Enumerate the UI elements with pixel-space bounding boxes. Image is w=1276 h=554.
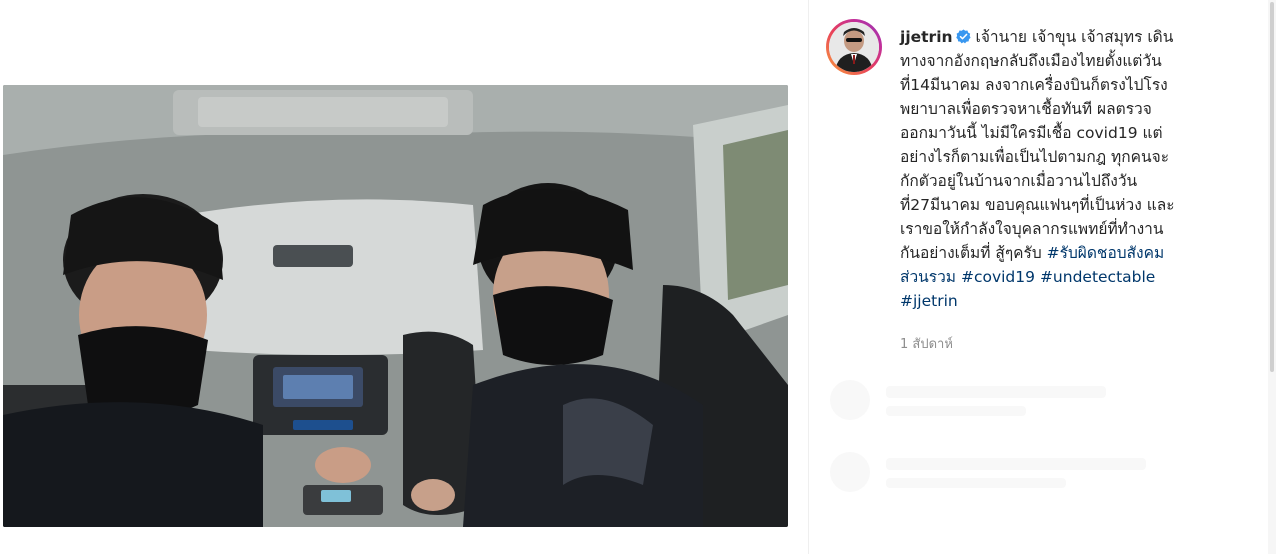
caption-line-6: อย่างไรก็ตามเพื่อเป็นไปตามกฎ ทุกคนจะ — [900, 148, 1170, 166]
post-caption: jjetrin เจ้านาย เจ้าขุน เจ้าสมุทร เดิน ทา… — [900, 25, 1230, 313]
hashtag-link-4[interactable]: #jjetrin — [900, 292, 958, 310]
caption-line-2: ทางจากอังกฤษกลับถึงเมืองไทยตั้งแต่วัน — [900, 52, 1162, 70]
post-video[interactable] — [3, 85, 788, 527]
faded-comments-area — [826, 372, 1266, 552]
instagram-post-view: jjetrin เจ้านาย เจ้าขุน เจ้าสมุทร เดิน ทา… — [0, 0, 1276, 554]
story-ring[interactable] — [826, 19, 882, 75]
caption-line-4: พยาบาลเพื่อตรวจหาเชื้อทันที ผลตรวจ — [900, 100, 1152, 118]
caption-line-5: ออกมาวันนี้ ไม่มีใครมีเชื้อ covid19 แต่ — [900, 124, 1163, 142]
hashtag-link-1[interactable]: #รับผิดชอบสังคม — [1047, 244, 1165, 262]
caption-text-10: กันอย่างเต็มที่ สู้ๆครับ — [900, 244, 1042, 262]
hashtag-link-3[interactable]: #undetectable — [1040, 268, 1155, 286]
post-timestamp[interactable]: 1 สัปดาห์ — [900, 333, 953, 354]
scrollbar-thumb[interactable] — [1270, 2, 1274, 372]
avatar[interactable] — [829, 22, 879, 72]
caption-line-3: ที่14มีนาคม ลงจากเครื่องบินก็ตรงไปโรง — [900, 76, 1168, 94]
verified-badge-icon — [955, 29, 971, 44]
media-pane — [0, 0, 808, 554]
hashtag-link-1-cont[interactable]: ส่วนรวม — [900, 268, 956, 286]
hashtag-link-2[interactable]: #covid19 — [961, 268, 1035, 286]
caption-line-12: #jjetrin — [900, 289, 1230, 313]
username-link[interactable]: jjetrin — [900, 28, 953, 46]
caption-line-11: ส่วนรวม #covid19 #undetectable — [900, 265, 1230, 289]
video-frame-illustration — [3, 85, 788, 527]
caption-line-8: ที่27มีนาคม ขอบคุณแฟนๆที่เป็นห่วง และ — [900, 196, 1175, 214]
caption-line-9: เราขอให้กำลังใจบุคลากรแพทย์ที่ทำงาน — [900, 220, 1164, 238]
avatar-image — [829, 22, 879, 72]
comments-scrollbar[interactable] — [1268, 0, 1276, 554]
caption-line-7: กักตัวอยู่ในบ้านจากเมื่อวานไปถึงวัน — [900, 172, 1138, 190]
post-sidebar: jjetrin เจ้านาย เจ้าขุน เจ้าสมุทร เดิน ทา… — [809, 0, 1276, 554]
caption-line-10: กันอย่างเต็มที่ สู้ๆครับ #รับผิดชอบสังคม — [900, 241, 1230, 265]
caption-line-1: jjetrin เจ้านาย เจ้าขุน เจ้าสมุทร เดิน — [900, 25, 1230, 49]
caption-text-1: เจ้านาย เจ้าขุน เจ้าสมุทร เดิน — [975, 28, 1174, 46]
